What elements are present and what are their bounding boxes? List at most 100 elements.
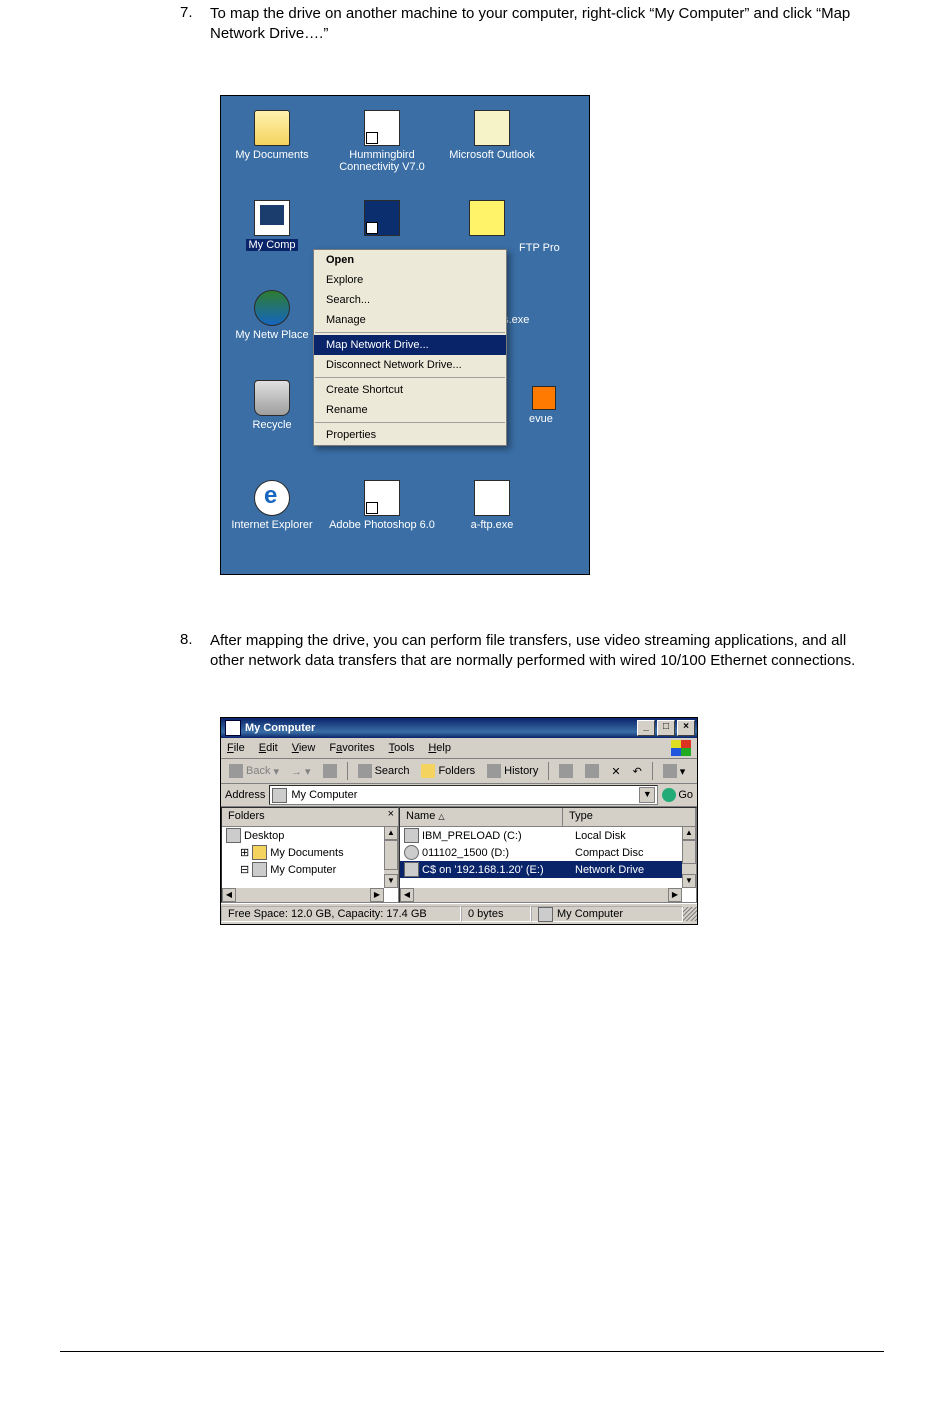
address-input[interactable]: My Computer ▼ bbox=[269, 785, 658, 805]
tree-desktop[interactable]: Desktop bbox=[222, 827, 398, 844]
go-icon bbox=[662, 788, 676, 802]
step-7: 7. To map the drive on another machine t… bbox=[180, 4, 884, 45]
folders-pane-close[interactable]: × bbox=[384, 808, 398, 826]
search-button[interactable]: Search bbox=[354, 762, 414, 780]
menu-view[interactable]: View bbox=[292, 742, 316, 754]
menu-edit[interactable]: Edit bbox=[259, 742, 278, 754]
moveto-button[interactable] bbox=[555, 762, 577, 780]
icon-label: a-ftp.exe bbox=[471, 519, 514, 531]
icon-outlook[interactable]: Microsoft Outlook bbox=[437, 110, 547, 162]
address-dropdown[interactable]: ▼ bbox=[639, 787, 655, 803]
step-7-number: 7. bbox=[180, 4, 210, 45]
icon-a-ftp[interactable]: a-ftp.exe bbox=[437, 480, 547, 532]
exe-icon bbox=[474, 480, 510, 516]
forward-button[interactable]: → ▾ bbox=[287, 763, 315, 780]
tree-my-computer[interactable]: ⊟My Computer bbox=[222, 861, 398, 878]
icon-label: Adobe Photoshop 6.0 bbox=[329, 519, 435, 531]
col-type[interactable]: Type bbox=[563, 808, 696, 826]
icon-evue[interactable]: evue bbox=[499, 386, 589, 426]
ctx-manage[interactable]: Manage bbox=[314, 310, 506, 330]
scroll-down[interactable]: ▼ bbox=[682, 874, 696, 888]
scroll-left[interactable]: ◀ bbox=[400, 888, 414, 902]
outlook-icon bbox=[474, 110, 510, 146]
ctx-create-shortcut[interactable]: Create Shortcut bbox=[314, 380, 506, 400]
minimize-button[interactable]: _ bbox=[637, 720, 655, 736]
ie-icon bbox=[254, 480, 290, 516]
ctx-separator bbox=[315, 422, 505, 423]
ctx-separator bbox=[315, 332, 505, 333]
search-icon bbox=[358, 764, 372, 778]
scroll-thumb[interactable] bbox=[384, 840, 398, 870]
icon-ftp-pro[interactable]: FTP Pro bbox=[469, 200, 589, 255]
toolbar: Back ▾ → ▾ Search Folders History ✕ ↶ ▾ bbox=[221, 759, 697, 784]
ctx-properties[interactable]: Properties bbox=[314, 425, 506, 445]
scroll-right[interactable]: ▶ bbox=[370, 888, 384, 902]
views-button[interactable]: ▾ bbox=[659, 762, 690, 780]
delete-button[interactable]: ✕ bbox=[607, 763, 624, 780]
col-name[interactable]: Name △ bbox=[400, 808, 563, 826]
icon-photoshop[interactable]: ↗ Adobe Photoshop 6.0 bbox=[327, 480, 437, 532]
folders-pane: Folders × Desktop ⊞My Documents ⊟My Comp… bbox=[221, 807, 399, 903]
computer-icon bbox=[252, 862, 267, 877]
scroll-right[interactable]: ▶ bbox=[668, 888, 682, 902]
icon-netscape[interactable]: ↗ bbox=[327, 200, 437, 239]
titlebar[interactable]: My Computer _ □ × bbox=[221, 718, 697, 738]
list-hscroll[interactable]: ◀ ▶ bbox=[400, 888, 682, 902]
icon-my-documents[interactable]: My Documents bbox=[217, 110, 327, 162]
close-button[interactable]: × bbox=[677, 720, 695, 736]
ctx-rename[interactable]: Rename bbox=[314, 400, 506, 420]
drive-row-e[interactable]: C$ on '192.168.1.20' (E:)Network Drive bbox=[400, 861, 696, 878]
window-title: My Computer bbox=[245, 722, 315, 734]
menu-help[interactable]: Help bbox=[428, 742, 451, 754]
icon-ons-exe[interactable]: ns.exe bbox=[497, 314, 587, 327]
icon-my-network-places[interactable]: My Netw Place bbox=[217, 290, 327, 342]
step-7-text: To map the drive on another machine to y… bbox=[210, 4, 884, 45]
menu-favorites[interactable]: Favorites bbox=[329, 742, 374, 754]
ctx-open[interactable]: Open bbox=[314, 250, 506, 270]
tree-hscroll[interactable]: ◀ ▶ bbox=[222, 888, 384, 902]
icon-my-computer[interactable]: My Comp bbox=[217, 200, 327, 252]
netscape-icon: ↗ bbox=[364, 200, 400, 236]
scroll-up[interactable]: ▲ bbox=[682, 826, 696, 840]
disk-icon bbox=[404, 828, 419, 843]
statusbar: Free Space: 12.0 GB, Capacity: 17.4 GB 0… bbox=[221, 903, 697, 924]
ctx-search[interactable]: Search... bbox=[314, 290, 506, 310]
icon-label: Recycle bbox=[252, 419, 291, 431]
folder-icon bbox=[252, 845, 267, 860]
scroll-left[interactable]: ◀ bbox=[222, 888, 236, 902]
history-button[interactable]: History bbox=[483, 762, 542, 780]
menu-tools[interactable]: Tools bbox=[389, 742, 415, 754]
scroll-thumb[interactable] bbox=[682, 840, 696, 864]
folders-icon bbox=[421, 764, 435, 778]
icon-ie[interactable]: Internet Explorer bbox=[217, 480, 327, 532]
menu-file[interactable]: File bbox=[227, 742, 245, 754]
desktop-icon bbox=[226, 828, 241, 843]
back-button[interactable]: Back ▾ bbox=[225, 762, 283, 780]
list-vscroll[interactable]: ▲ ▼ bbox=[682, 826, 696, 888]
scroll-up[interactable]: ▲ bbox=[384, 826, 398, 840]
up-icon bbox=[323, 764, 337, 778]
icon-recycle-bin[interactable]: Recycle bbox=[217, 380, 327, 432]
mycomputer-icon bbox=[225, 720, 241, 736]
resize-grip[interactable] bbox=[683, 907, 697, 921]
up-button[interactable] bbox=[319, 762, 341, 780]
ctx-separator bbox=[315, 377, 505, 378]
ctx-explore[interactable]: Explore bbox=[314, 270, 506, 290]
tree-my-documents[interactable]: ⊞My Documents bbox=[222, 844, 398, 861]
cd-icon bbox=[404, 845, 419, 860]
copyto-button[interactable] bbox=[581, 762, 603, 780]
go-button[interactable]: Go bbox=[662, 788, 693, 802]
maximize-button[interactable]: □ bbox=[657, 720, 675, 736]
icon-hummingbird[interactable]: ↗ Hummingbird Connectivity V7.0 bbox=[327, 110, 437, 174]
undo-button[interactable]: ↶ bbox=[629, 763, 646, 780]
ctx-disconnect-network-drive[interactable]: Disconnect Network Drive... bbox=[314, 355, 506, 375]
icon-label: My Documents bbox=[235, 149, 308, 161]
folders-button[interactable]: Folders bbox=[417, 762, 479, 780]
ctx-map-network-drive[interactable]: Map Network Drive... bbox=[314, 335, 506, 355]
ftp-icon bbox=[469, 200, 505, 236]
drive-row-d[interactable]: 011102_1500 (D:)Compact Disc bbox=[400, 844, 696, 861]
tree-vscroll[interactable]: ▲ ▼ bbox=[384, 826, 398, 888]
drive-row-c[interactable]: IBM_PRELOAD (C:)Local Disk bbox=[400, 827, 696, 844]
scroll-down[interactable]: ▼ bbox=[384, 874, 398, 888]
icon-label: My Netw Place bbox=[235, 329, 308, 341]
